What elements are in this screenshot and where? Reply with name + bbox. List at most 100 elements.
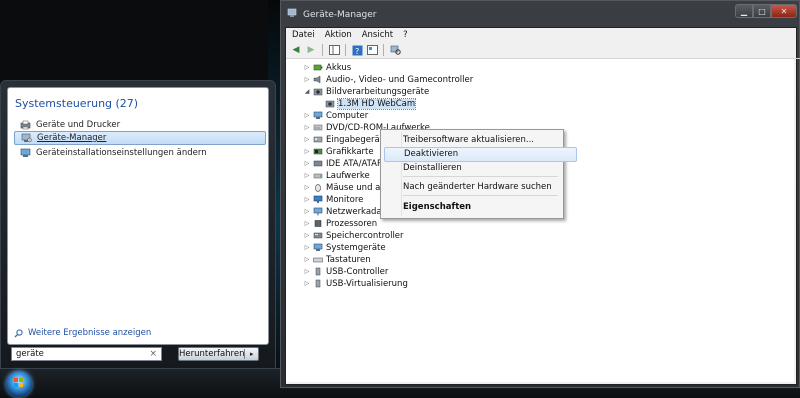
- menu-view[interactable]: Ansicht: [362, 30, 393, 40]
- expand-arrow-icon[interactable]: ▷: [304, 148, 310, 155]
- dvd-drive-icon: [313, 124, 323, 131]
- result-devices-printers[interactable]: Geräte und Drucker: [14, 118, 266, 132]
- tree-node-system[interactable]: ▷ Systemgeräte: [304, 242, 386, 253]
- title-bar[interactable]: Geräte-Manager ▁ □ ✕: [281, 1, 799, 27]
- input-device-icon: [313, 136, 323, 143]
- shutdown-button-group: Herunterfahren ▸: [178, 347, 259, 361]
- expand-arrow-icon[interactable]: ▷: [304, 136, 310, 143]
- expand-arrow-icon[interactable]: ▷: [304, 220, 310, 227]
- tree-node-usb[interactable]: ▷ USB-Controller: [304, 266, 389, 277]
- tree-node-label: 1.3M HD WebCam: [336, 97, 417, 110]
- tree-node-akkus[interactable]: ▷ Akkus: [304, 62, 352, 73]
- window-client-area: Datei Aktion Ansicht ? ◀ ▶ ? ▷ Akkus ▷ A…: [285, 27, 800, 385]
- window-title: Geräte-Manager: [303, 10, 377, 20]
- expand-arrow-icon[interactable]: ▷: [304, 208, 310, 215]
- menu-help[interactable]: ?: [403, 30, 408, 40]
- device-manager-icon: [287, 8, 297, 17]
- tree-node-label: USB-Controller: [326, 266, 389, 277]
- expand-arrow-icon[interactable]: ▷: [304, 268, 310, 275]
- tree-node-keyboards[interactable]: ▷ Tastaturen: [304, 254, 371, 265]
- expand-arrow-icon[interactable]: ▷: [304, 184, 310, 191]
- shutdown-options-arrow-icon[interactable]: ▸: [245, 350, 258, 358]
- expand-arrow-icon[interactable]: ▷: [304, 232, 310, 239]
- tree-node-graphics[interactable]: ▷ Grafikkarte: [304, 146, 374, 157]
- menu-item-uninstall[interactable]: Deinstallieren: [403, 163, 462, 173]
- menu-action[interactable]: Aktion: [325, 30, 352, 40]
- battery-icon: [313, 64, 323, 71]
- display-adapter-icon: [313, 148, 323, 155]
- device-tree: ▷ Akkus ▷ Audio-, Video- und Gamecontrol…: [286, 59, 794, 382]
- monitor-icon: [313, 195, 323, 203]
- maximize-button[interactable]: □: [753, 4, 771, 18]
- network-adapter-icon: [313, 207, 323, 216]
- usb-icon: [315, 267, 321, 276]
- tree-node-drives[interactable]: ▷ Laufwerke: [304, 170, 370, 181]
- expand-arrow-icon[interactable]: ▷: [304, 112, 310, 119]
- tree-node-label: Laufwerke: [326, 170, 370, 181]
- expand-arrow-icon[interactable]: ▷: [304, 280, 310, 287]
- close-button[interactable]: ✕: [771, 4, 797, 18]
- tree-node-webcam[interactable]: 1.3M HD WebCam: [316, 97, 417, 110]
- shutdown-button[interactable]: Herunterfahren: [179, 349, 246, 359]
- start-button[interactable]: [6, 371, 32, 397]
- tree-node-processors[interactable]: ▷ Prozessoren: [304, 218, 377, 229]
- toolbar: ◀ ▶ ?: [286, 42, 800, 59]
- webcam-icon: [325, 100, 335, 108]
- menu-bar: Datei Aktion Ansicht ?: [286, 28, 800, 41]
- computer-icon: [313, 111, 323, 119]
- start-search-input[interactable]: geräte ×: [11, 347, 162, 361]
- speaker-icon: [313, 75, 321, 84]
- expand-arrow-icon[interactable]: ▷: [304, 244, 310, 251]
- tree-node-computer[interactable]: ▷ Computer: [304, 110, 369, 121]
- expand-arrow-icon[interactable]: ▷: [304, 76, 310, 83]
- tree-node-monitors[interactable]: ▷ Monitore: [304, 194, 364, 205]
- show-hide-tree-icon[interactable]: [328, 44, 340, 56]
- help-icon[interactable]: ?: [351, 44, 363, 56]
- menu-separator: [403, 176, 558, 177]
- properties-icon[interactable]: [366, 44, 378, 56]
- storage-controller-icon: [313, 232, 323, 239]
- tree-node-audio[interactable]: ▷ Audio-, Video- und Gamecontroller: [304, 74, 474, 85]
- more-results-link[interactable]: Weitere Ergebnisse anzeigen: [14, 328, 151, 338]
- result-label: Geräteinstallationseinstellungen ändern: [36, 148, 207, 158]
- forward-arrow-icon[interactable]: ▶: [305, 44, 317, 56]
- svg-text:?: ?: [355, 47, 359, 56]
- minimize-button[interactable]: ▁: [735, 4, 753, 18]
- device-manager-window: Geräte-Manager ▁ □ ✕ Datei Aktion Ansich…: [280, 0, 800, 388]
- expand-arrow-icon[interactable]: ▷: [304, 160, 310, 167]
- clear-search-icon[interactable]: ×: [149, 349, 157, 359]
- expand-arrow-icon[interactable]: ▷: [304, 196, 310, 203]
- collapse-arrow-icon[interactable]: ◢: [304, 88, 310, 95]
- start-menu-results: Systemsteuerung (27) Geräte und Drucker …: [7, 87, 269, 345]
- start-menu: Systemsteuerung (27) Geräte und Drucker …: [0, 80, 276, 370]
- scan-hardware-icon[interactable]: [389, 44, 401, 56]
- menu-item-disable[interactable]: Deaktivieren: [384, 147, 577, 162]
- back-arrow-icon[interactable]: ◀: [290, 44, 302, 56]
- tree-node-imaging[interactable]: ◢ Bildverarbeitungsgeräte: [304, 86, 430, 97]
- toolbar-separator: [383, 44, 384, 56]
- menu-separator: [403, 195, 558, 196]
- expand-arrow-icon[interactable]: ▷: [304, 124, 310, 131]
- menu-item-scan-hardware[interactable]: Nach geänderter Hardware suchen: [403, 182, 552, 192]
- expand-arrow-icon[interactable]: ▷: [304, 64, 310, 71]
- search-icon: [14, 328, 23, 337]
- results-heading[interactable]: Systemsteuerung (27): [15, 97, 138, 110]
- result-device-manager[interactable]: Geräte-Manager: [14, 131, 266, 145]
- expand-arrow-icon[interactable]: ▷: [304, 172, 310, 179]
- processor-icon: [314, 220, 322, 227]
- tree-node-usb-virtualization[interactable]: ▷ USB-Virtualisierung: [304, 278, 408, 289]
- tree-node-storage[interactable]: ▷ Speichercontroller: [304, 230, 404, 241]
- context-menu: Treibersoftware aktualisieren... Deaktiv…: [380, 129, 577, 219]
- tree-node-label: Speichercontroller: [326, 230, 404, 241]
- menu-file[interactable]: Datei: [292, 30, 315, 40]
- context-menu-gutter: [401, 132, 402, 216]
- tree-node-label: Audio-, Video- und Gamecontroller: [326, 74, 474, 85]
- printer-icon: [20, 120, 31, 130]
- result-device-install-settings[interactable]: Geräteinstallationseinstellungen ändern: [14, 146, 266, 160]
- menu-item-update-driver[interactable]: Treibersoftware aktualisieren...: [403, 135, 534, 145]
- tree-node-label: Tastaturen: [326, 254, 371, 265]
- expand-arrow-icon[interactable]: ▷: [304, 256, 310, 263]
- computer-icon: [20, 148, 31, 157]
- tree-node-label: Computer: [326, 110, 369, 121]
- menu-item-properties[interactable]: Eigenschaften: [403, 202, 471, 212]
